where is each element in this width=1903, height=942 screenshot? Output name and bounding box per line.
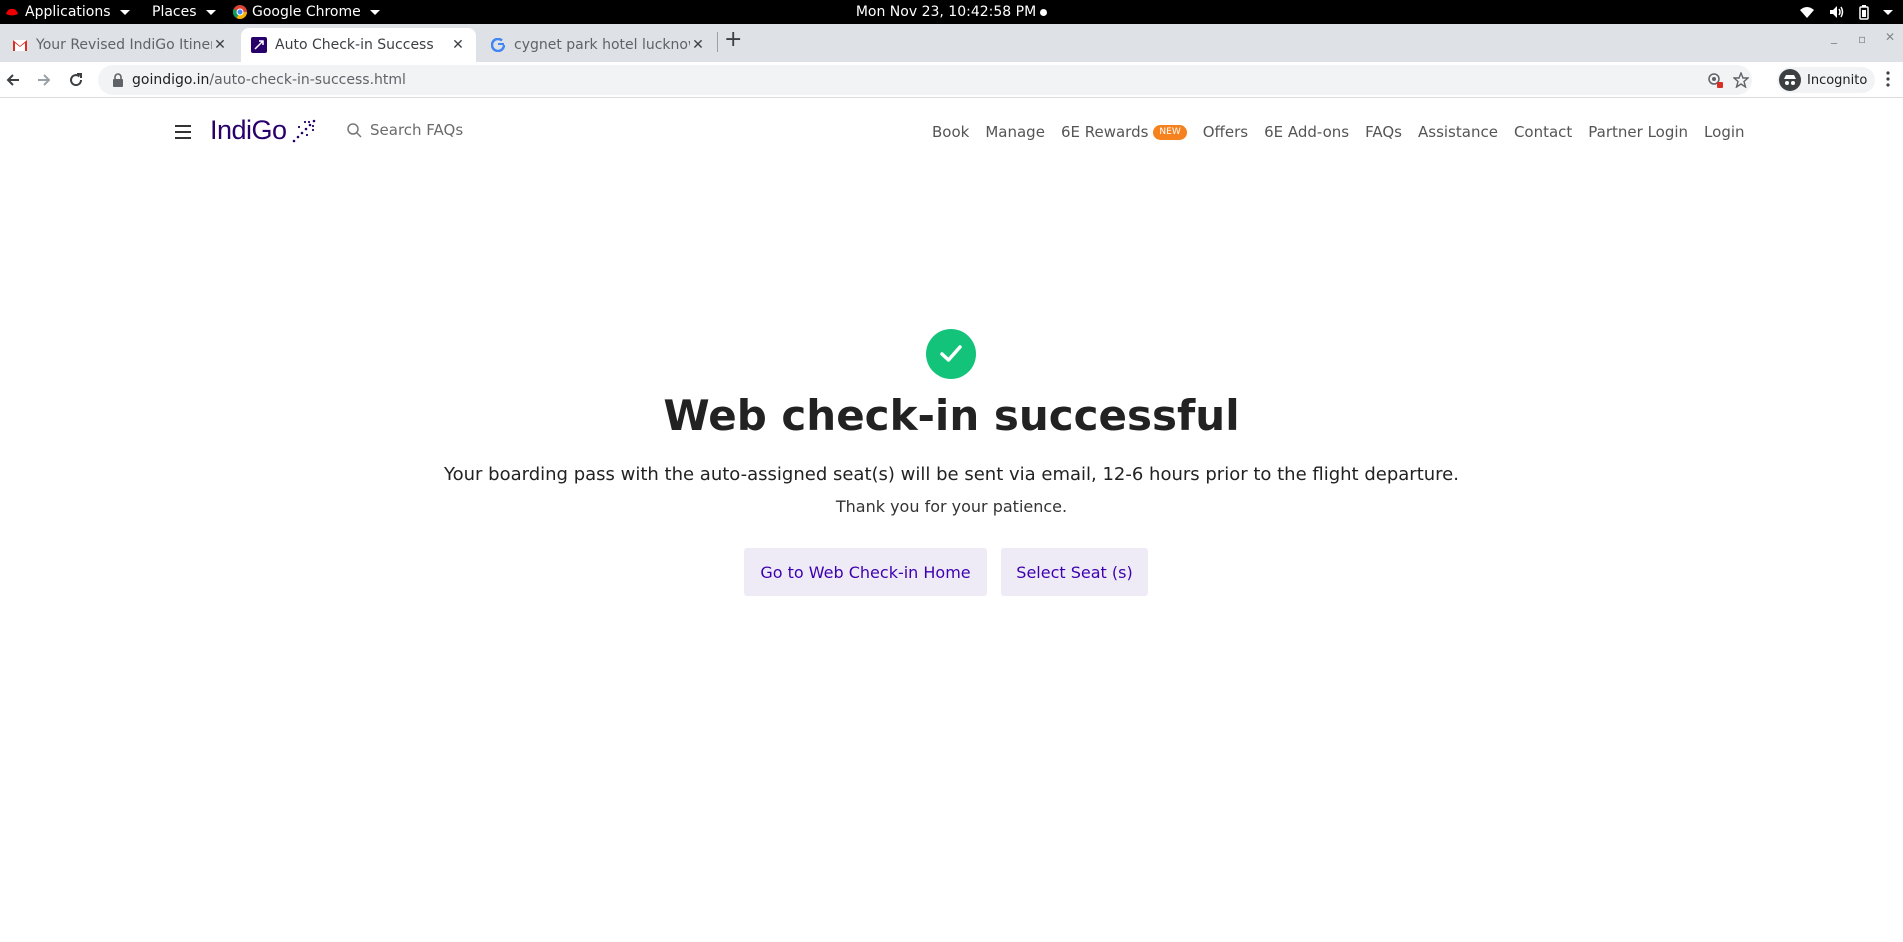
maximize-icon[interactable]: ▫: [1858, 32, 1866, 46]
tab-title: cygnet park hotel lucknow: [514, 37, 690, 53]
redhat-icon: [6, 8, 18, 16]
tab-gmail[interactable]: Your Revised IndiGo Itinera ✕: [2, 28, 238, 62]
boarding-pass-message: Your boarding pass with the auto-assigne…: [444, 464, 1459, 485]
close-icon[interactable]: ✕: [690, 37, 706, 53]
nav-faqs[interactable]: FAQs: [1365, 123, 1402, 141]
app-menu[interactable]: Google Chrome: [233, 0, 380, 24]
nav-manage[interactable]: Manage: [985, 123, 1045, 141]
incognito-label: Incognito: [1807, 72, 1868, 88]
places-label: Places: [152, 4, 197, 20]
nav-6e-rewards-label: 6E Rewards: [1060, 123, 1149, 141]
main-nav: Book Manage 6E Rewards NEW Offers 6E Add-…: [932, 123, 1745, 141]
gmail-icon: [12, 37, 28, 53]
reload-icon: [70, 73, 83, 87]
lock-icon[interactable]: [112, 73, 124, 87]
nav-6e-add-ons[interactable]: 6E Add-ons: [1264, 123, 1349, 141]
search-placeholder: Search FAQs: [370, 121, 464, 139]
clock-label: Mon Nov 23, 10:42:58 PM: [855, 4, 1037, 20]
url-text: goindigo.in/auto-check-in-success.html: [132, 65, 406, 95]
site-header: IndiGo Search FAQs Book Manage 6E Reward…: [0, 99, 1903, 169]
faq-search[interactable]: Search FAQs: [346, 121, 463, 139]
battery-icon[interactable]: [1859, 4, 1869, 20]
indigo-icon: [251, 37, 267, 53]
url-path: /auto-check-in-success.html: [209, 72, 406, 88]
wifi-icon[interactable]: [1799, 6, 1815, 18]
more-menu-icon[interactable]: [1886, 71, 1890, 87]
minimize-icon[interactable]: _: [1831, 30, 1837, 44]
tab-google-search[interactable]: cygnet park hotel lucknow ✕: [480, 28, 716, 62]
search-icon: [347, 123, 362, 138]
applications-label: Applications: [25, 4, 111, 20]
chevron-down-icon[interactable]: [1883, 9, 1893, 15]
tracking-blocked-icon[interactable]: [1707, 72, 1723, 88]
applications-menu[interactable]: Applications: [4, 0, 130, 24]
url-domain: goindigo.in: [132, 72, 210, 88]
browser-tab-strip: Your Revised IndiGo Itinera ✕ Auto Check…: [0, 24, 1903, 62]
system-top-bar: Applications Places Google Chrome Mon No…: [0, 0, 1903, 24]
incognito-badge[interactable]: Incognito: [1777, 67, 1876, 93]
star-icon[interactable]: [1733, 72, 1749, 88]
nav-assistance[interactable]: Assistance: [1418, 123, 1498, 141]
close-icon[interactable]: ✕: [450, 37, 466, 53]
chevron-down-icon: [369, 9, 380, 15]
close-window-icon[interactable]: ✕: [1885, 30, 1895, 44]
browser-toolbar: goindigo.in/auto-check-in-success.html I…: [0, 62, 1903, 98]
incognito-icon: [1779, 69, 1801, 91]
tab-title: Your Revised IndiGo Itinera: [36, 37, 212, 53]
new-tab-button[interactable]: +: [724, 28, 742, 52]
notification-dot-icon: [1040, 8, 1048, 16]
nav-book[interactable]: Book: [932, 123, 969, 141]
chrome-icon: [233, 5, 247, 19]
hamburger-menu-icon[interactable]: [175, 125, 191, 139]
back-button[interactable]: [1, 68, 25, 92]
nav-offers[interactable]: Offers: [1203, 123, 1248, 141]
select-seat-button[interactable]: Select Seat (s): [1001, 548, 1148, 596]
tab-title: Auto Check-in Success: [275, 37, 434, 53]
chevron-down-icon: [205, 9, 216, 15]
address-bar[interactable]: goindigo.in/auto-check-in-success.html: [98, 65, 1752, 95]
places-menu[interactable]: Places: [152, 0, 216, 24]
new-badge: NEW: [1153, 124, 1187, 140]
thank-you-text: Thank you for your patience.: [835, 497, 1068, 516]
forward-button[interactable]: [32, 68, 56, 92]
app-name-label: Google Chrome: [252, 4, 361, 20]
tab-divider: [717, 32, 718, 52]
checkmark-icon: [926, 329, 976, 379]
nav-6e-rewards[interactable]: 6E Rewards NEW: [1061, 123, 1187, 141]
indigo-logo[interactable]: IndiGo: [210, 115, 317, 146]
reload-button[interactable]: [64, 68, 88, 92]
close-icon[interactable]: ✕: [212, 37, 228, 53]
tab-auto-check-in[interactable]: Auto Check-in Success ✕: [241, 28, 476, 62]
success-headline: Web check-in successful: [663, 391, 1240, 440]
web-check-in-home-button[interactable]: Go to Web Check-in Home: [744, 548, 987, 596]
chevron-down-icon: [119, 9, 130, 15]
arrow-left-icon: [6, 74, 19, 86]
google-icon: [490, 37, 506, 53]
arrow-right-icon: [38, 74, 51, 86]
nav-contact[interactable]: Contact: [1514, 123, 1572, 141]
nav-login[interactable]: Login: [1704, 123, 1744, 141]
plane-dots-icon: [292, 119, 315, 142]
nav-partner-login[interactable]: Partner Login: [1588, 123, 1688, 141]
volume-icon[interactable]: [1829, 5, 1845, 19]
logo-text: IndiGo: [210, 115, 287, 145]
